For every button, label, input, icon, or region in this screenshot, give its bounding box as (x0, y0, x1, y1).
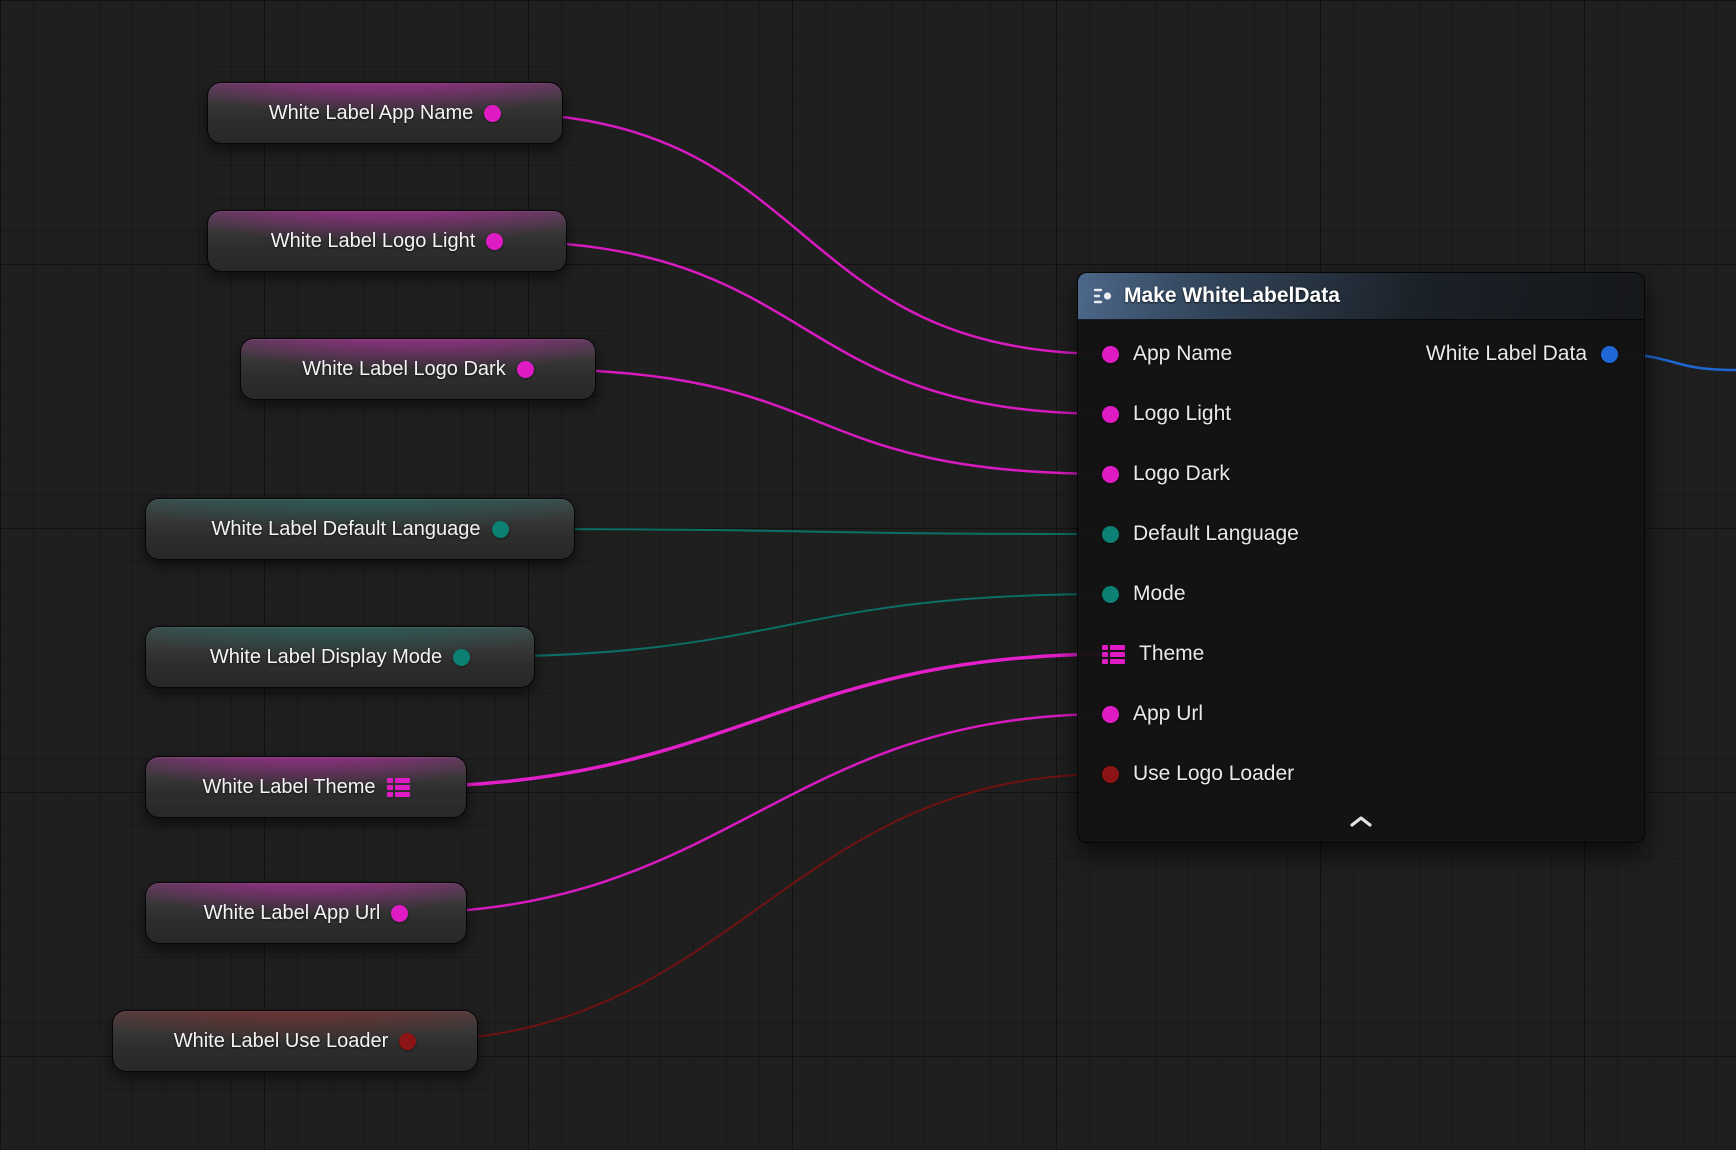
output-pin-struct[interactable] (387, 778, 410, 797)
input-pin-label: Use Logo Loader (1133, 762, 1294, 786)
variable-getter-node[interactable]: White Label App Url (145, 882, 467, 944)
input-pin-pink[interactable] (1102, 466, 1119, 483)
output-pin-teal[interactable] (492, 521, 509, 538)
input-pin-bool[interactable] (1102, 766, 1119, 783)
variable-getter-label: White Label Default Language (211, 518, 480, 541)
make-whitelabeldata-node[interactable]: Make WhiteLabelData App Name White Label… (1077, 272, 1645, 843)
variable-getter-label: White Label Theme (202, 776, 375, 799)
wire[interactable] (500, 529, 1111, 534)
output-pin-teal[interactable] (453, 649, 470, 666)
output-pin-blue[interactable] (1601, 346, 1618, 363)
blueprint-graph-canvas[interactable]: White Label App Name White Label Logo Li… (0, 0, 1736, 1150)
input-pin-struct[interactable] (1102, 645, 1125, 664)
output-pin-pink[interactable] (486, 233, 503, 250)
input-pin-teal[interactable] (1102, 586, 1119, 603)
node-title: Make WhiteLabelData (1124, 284, 1340, 308)
input-pin-label: App Url (1133, 702, 1203, 726)
variable-getter-label: White Label App Name (269, 102, 474, 125)
pin-row: App Name White Label Data (1078, 324, 1644, 384)
output-pin-pink[interactable] (517, 361, 534, 378)
input-pin-label: Theme (1139, 642, 1204, 666)
variable-getter-node[interactable]: White Label Use Loader (112, 1010, 478, 1072)
node-header[interactable]: Make WhiteLabelData (1078, 273, 1644, 320)
variable-getter-label: White Label Logo Dark (302, 358, 505, 381)
variable-getter-label: White Label App Url (204, 902, 381, 925)
struct-pin-icon (1102, 645, 1125, 664)
pin-row: Default Language (1078, 504, 1644, 564)
variable-getter-node[interactable]: White Label App Name (207, 82, 563, 144)
pin-row: Theme (1078, 624, 1644, 684)
node-body: App Name White Label Data Logo Light Log… (1078, 320, 1644, 838)
wire[interactable] (493, 113, 1111, 354)
variable-getter-node[interactable]: White Label Display Mode (145, 626, 535, 688)
output-pin-pink[interactable] (484, 105, 501, 122)
input-pin-label: App Name (1133, 342, 1232, 366)
input-pin-label: Default Language (1133, 522, 1299, 546)
pin-row: Mode (1078, 564, 1644, 624)
pin-row: App Url (1078, 684, 1644, 744)
wire[interactable] (462, 594, 1111, 657)
make-struct-icon (1092, 286, 1114, 306)
wire[interactable] (408, 774, 1111, 1041)
input-pin-label: Mode (1133, 582, 1186, 606)
input-pin-teal[interactable] (1102, 526, 1119, 543)
variable-getter-node[interactable]: White Label Theme (145, 756, 467, 818)
variable-getter-label: White Label Use Loader (174, 1030, 389, 1053)
wire[interactable] (400, 714, 1111, 913)
wire[interactable] (525, 369, 1110, 474)
input-pin-pink[interactable] (1102, 346, 1119, 363)
chevron-up-icon (1349, 815, 1373, 827)
pin-row: Use Logo Loader (1078, 744, 1644, 804)
input-pin-label: Logo Light (1133, 402, 1231, 426)
variable-getter-label: White Label Display Mode (210, 646, 442, 669)
struct-pin-icon (387, 778, 410, 797)
input-pin-label: Logo Dark (1133, 462, 1230, 486)
input-pin-pink[interactable] (1102, 706, 1119, 723)
collapse-chevron-button[interactable] (1078, 804, 1644, 838)
variable-getter-node[interactable]: White Label Default Language (145, 498, 575, 560)
variable-getter-node[interactable]: White Label Logo Light (207, 210, 567, 272)
pin-row: Logo Light (1078, 384, 1644, 444)
output-pin-bool[interactable] (399, 1033, 416, 1050)
output-pin-label: White Label Data (1426, 342, 1587, 366)
variable-getter-label: White Label Logo Light (271, 230, 476, 253)
input-pin-pink[interactable] (1102, 406, 1119, 423)
variable-getter-node[interactable]: White Label Logo Dark (240, 338, 596, 400)
pin-row: Logo Dark (1078, 444, 1644, 504)
output-pin-pink[interactable] (391, 905, 408, 922)
